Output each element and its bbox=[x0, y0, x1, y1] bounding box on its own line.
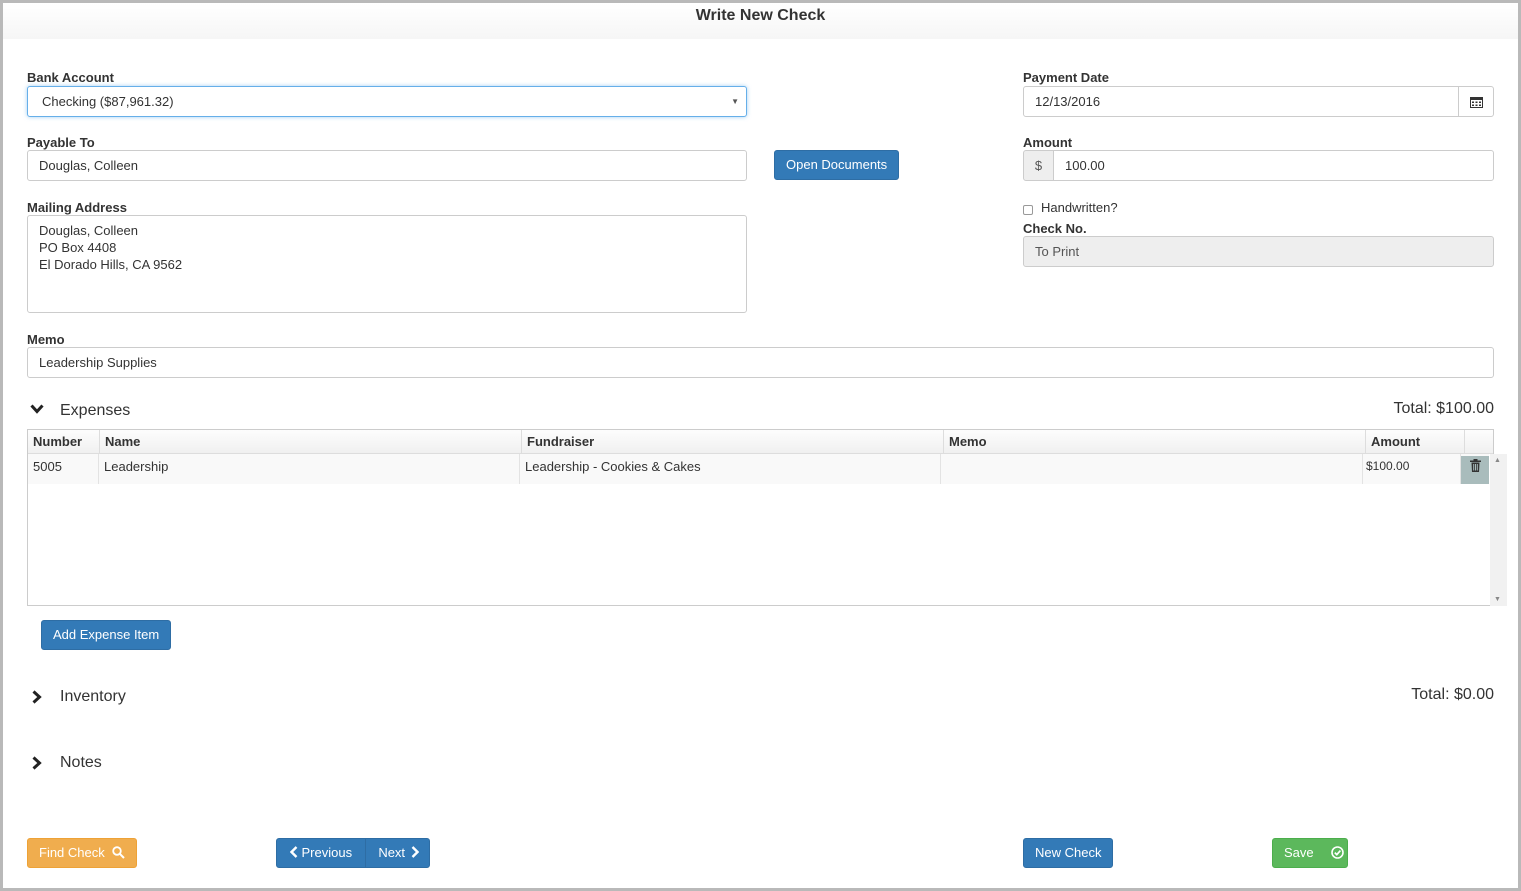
amount-input[interactable]: 100.00 bbox=[1053, 150, 1494, 181]
pager-group: Previous Next bbox=[276, 838, 430, 868]
new-check-button[interactable]: New Check bbox=[1023, 838, 1114, 868]
bank-account-value: Checking ($87,961.32) bbox=[42, 94, 174, 109]
check-no-input: To Print bbox=[1023, 236, 1494, 267]
handwritten-checkbox[interactable] bbox=[1023, 205, 1033, 215]
calendar-icon bbox=[1469, 97, 1483, 108]
save-label: Save bbox=[1284, 845, 1314, 860]
cell-name[interactable]: Leadership bbox=[99, 454, 520, 484]
chevron-down-icon bbox=[30, 404, 44, 414]
payable-to-label: Payable To bbox=[27, 135, 95, 150]
check-no-label: Check No. bbox=[1023, 221, 1087, 236]
amount-label: Amount bbox=[1023, 135, 1073, 150]
payable-to-input[interactable]: Douglas, Colleen bbox=[27, 150, 747, 181]
chevron-right-icon bbox=[411, 846, 419, 858]
trash-icon bbox=[1469, 459, 1481, 472]
previous-button[interactable]: Previous bbox=[277, 839, 365, 867]
memo-label: Memo bbox=[27, 332, 65, 347]
calendar-button[interactable] bbox=[1458, 86, 1494, 117]
caret-down-icon: ▼ bbox=[731, 97, 739, 106]
grid-header: Number Name Fundraiser Memo Amount bbox=[28, 430, 1493, 454]
column-header-fundraiser[interactable]: Fundraiser bbox=[522, 430, 944, 454]
column-header-actions bbox=[1465, 430, 1493, 454]
cell-number[interactable]: 5005 bbox=[28, 454, 99, 484]
previous-label: Previous bbox=[301, 845, 353, 860]
notes-title: Notes bbox=[60, 754, 102, 771]
search-icon bbox=[112, 846, 126, 859]
payment-date-input[interactable]: 12/13/2016 bbox=[1023, 86, 1459, 117]
chevron-right-icon bbox=[32, 756, 42, 770]
grid-scrollbar[interactable]: ▲ ▼ bbox=[1490, 454, 1507, 606]
expenses-total: Total: $100.00 bbox=[1393, 400, 1494, 417]
delete-row-button[interactable] bbox=[1461, 456, 1489, 484]
bank-account-label: Bank Account bbox=[27, 70, 114, 85]
inventory-title: Inventory bbox=[60, 688, 126, 705]
chevron-left-icon bbox=[289, 846, 298, 858]
payment-date-label: Payment Date bbox=[1023, 70, 1109, 85]
bank-account-select[interactable]: Checking ($87,961.32) ▼ bbox=[27, 86, 747, 117]
column-header-amount[interactable]: Amount bbox=[1366, 430, 1465, 454]
inventory-total: Total: $0.00 bbox=[1411, 686, 1494, 703]
table-row[interactable]: 5005 Leadership Leadership - Cookies & C… bbox=[28, 454, 1489, 484]
dialog-title: Write New Check bbox=[3, 3, 1518, 39]
expenses-title: Expenses bbox=[60, 402, 131, 419]
mailing-address-textarea[interactable]: Douglas, Colleen PO Box 4408 El Dorado H… bbox=[27, 215, 747, 313]
expenses-grid: Number Name Fundraiser Memo Amount 5005 … bbox=[27, 429, 1507, 606]
column-header-name[interactable]: Name bbox=[100, 430, 522, 454]
cell-fundraiser[interactable]: Leadership - Cookies & Cakes bbox=[520, 454, 941, 484]
add-expense-item-button[interactable]: Add Expense Item bbox=[41, 620, 172, 650]
address-line: El Dorado Hills, CA 9562 bbox=[39, 257, 183, 272]
next-label: Next bbox=[378, 845, 406, 860]
find-check-button[interactable]: Find Check bbox=[27, 838, 138, 868]
scroll-up-icon[interactable]: ▲ bbox=[1494, 457, 1501, 464]
cell-memo[interactable] bbox=[941, 454, 1363, 484]
scroll-down-icon[interactable]: ▼ bbox=[1494, 596, 1501, 603]
check-circle-icon bbox=[1331, 846, 1345, 859]
address-line: Douglas, Colleen bbox=[39, 223, 139, 238]
cell-amount[interactable]: $100.00 bbox=[1363, 454, 1461, 484]
mailing-address-label: Mailing Address bbox=[27, 200, 127, 215]
amount-currency-addon: $ bbox=[1023, 150, 1054, 181]
column-header-memo[interactable]: Memo bbox=[944, 430, 1366, 454]
address-line: PO Box 4408 bbox=[39, 240, 117, 255]
handwritten-label: Handwritten? bbox=[1041, 200, 1118, 215]
save-button[interactable]: Save bbox=[1272, 838, 1348, 868]
chevron-right-icon bbox=[32, 690, 42, 704]
dialog-window: Write New Check Bank Account Checking ($… bbox=[0, 0, 1521, 891]
open-documents-button[interactable]: Open Documents bbox=[774, 150, 900, 180]
column-header-number[interactable]: Number bbox=[28, 430, 100, 454]
find-check-label: Find Check bbox=[39, 845, 105, 860]
next-button[interactable]: Next bbox=[366, 839, 431, 867]
memo-input[interactable]: Leadership Supplies bbox=[27, 347, 1494, 378]
